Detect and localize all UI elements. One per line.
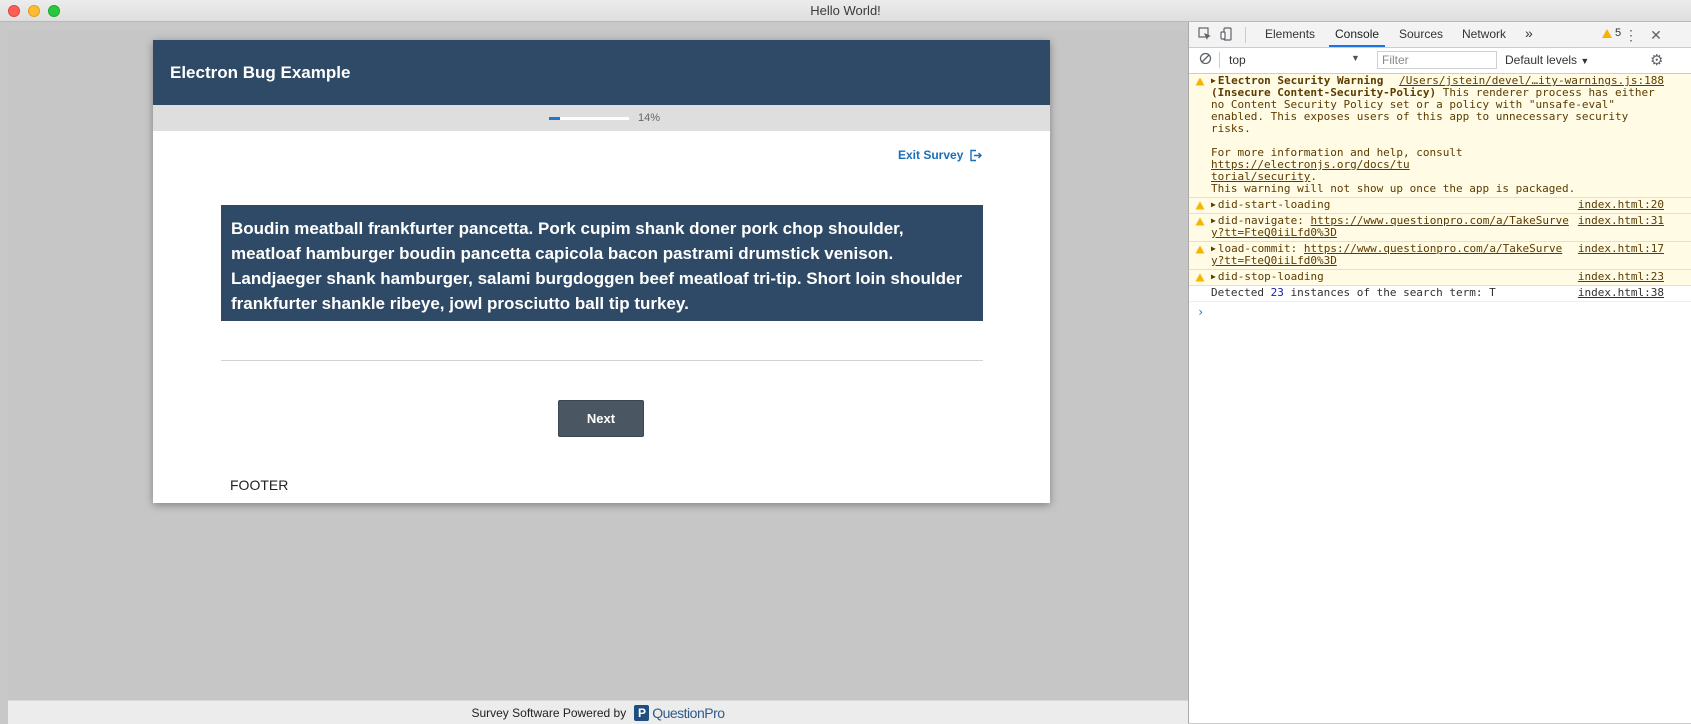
tab-separator [1245, 27, 1246, 43]
console-message-commit[interactable]: ▶ load-commit: https://www.questionpro.co… [1189, 242, 1691, 270]
window-titlebar: Hello World! [0, 0, 1691, 22]
divider [221, 360, 983, 361]
footer-text: FOOTER [230, 477, 289, 493]
tab-elements[interactable]: Elements [1265, 27, 1315, 41]
message-number: 23 [1270, 286, 1284, 299]
console-messages: ▶ Electron Security Warning /Users/jstein… [1189, 74, 1691, 322]
message-text: Detected [1211, 286, 1271, 299]
devtools-panel: Elements Console Sources Network » 5 ⋮ ✕… [1188, 22, 1691, 723]
warning-icon [1602, 28, 1612, 38]
log-levels-dropdown[interactable]: Default levels ▼ [1505, 53, 1589, 67]
progress-percent: 14% [638, 112, 661, 124]
kebab-menu-icon[interactable]: ⋮ [1623, 27, 1639, 43]
message-source-link[interactable]: index.html:31 [1578, 215, 1664, 227]
chevron-down-icon: ▼ [1580, 56, 1590, 66]
progress-bar [549, 117, 629, 120]
message-link[interactable]: https://www.questionpro.com/a/TakeSurve [1304, 242, 1562, 255]
next-button[interactable]: Next [558, 400, 644, 437]
message-source-link[interactable]: index.html:17 [1578, 243, 1664, 255]
questionpro-logo[interactable]: P QuestionPro [634, 704, 725, 721]
warning-icon [1195, 217, 1205, 226]
message-text: instances of the search term: T [1283, 286, 1496, 299]
console-message-security[interactable]: ▶ Electron Security Warning /Users/jstein… [1189, 74, 1691, 198]
tab-network[interactable]: Network [1462, 27, 1506, 41]
message-text: risks. [1211, 122, 1251, 135]
clear-console-icon[interactable] [1197, 52, 1213, 68]
console-toolbar: top ▼ Default levels ▼ ⚙ [1189, 48, 1691, 74]
more-tabs-button[interactable]: » [1525, 25, 1533, 41]
console-prompt[interactable]: › [1189, 302, 1691, 322]
progress-row: 14% [153, 105, 1050, 131]
survey-header: Electron Bug Example [153, 40, 1050, 105]
message-link[interactable]: y?tt=FteQ0iiLfd0%3D [1211, 254, 1337, 267]
warning-icon [1195, 245, 1205, 254]
message-link[interactable]: y?tt=FteQ0iiLfd0%3D [1211, 226, 1337, 239]
console-message-stop-loading[interactable]: ▶ did-stop-loading index.html:23 [1189, 270, 1691, 286]
progress-fill [549, 117, 561, 120]
console-message-detected[interactable]: Detected 23 instances of the search term… [1189, 286, 1691, 302]
exit-icon [970, 149, 983, 161]
warning-count: 5 [1615, 27, 1622, 39]
gear-icon[interactable]: ⚙ [1650, 51, 1663, 69]
message-text: This warning will not show up once the a… [1211, 182, 1576, 195]
prompt-chevron-icon: › [1197, 305, 1205, 319]
device-toolbar-icon[interactable] [1219, 27, 1235, 43]
inspect-element-icon[interactable] [1197, 27, 1213, 43]
devtools-tab-bar: Elements Console Sources Network » 5 ⋮ ✕ [1189, 22, 1691, 48]
question-text: Boudin meatball frankfurter pancetta. Po… [221, 205, 983, 321]
exit-survey-link[interactable]: Exit Survey [898, 148, 983, 162]
powered-by-bar: Survey Software Powered by P QuestionPro [8, 700, 1188, 724]
expand-arrow-icon[interactable]: ▶ [1211, 199, 1216, 211]
console-message-start-loading[interactable]: ▶ did-start-loading index.html:20 [1189, 198, 1691, 214]
close-devtools-icon[interactable]: ✕ [1648, 27, 1664, 43]
message-source-link[interactable]: /Users/jstein/devel/…ity-warnings.js:188 [1399, 75, 1664, 87]
message-source-link[interactable]: index.html:23 [1578, 271, 1664, 283]
log-levels-label: Default levels [1505, 53, 1578, 67]
survey-card: Electron Bug Example 14% Exit Survey Bou… [153, 40, 1050, 503]
survey-title: Electron Bug Example [170, 63, 351, 82]
questionpro-logo-icon: P [634, 704, 650, 721]
warning-icon [1195, 77, 1205, 86]
warning-counter[interactable]: 5 [1602, 27, 1621, 39]
tab-console[interactable]: Console [1328, 27, 1386, 47]
tab-sources[interactable]: Sources [1399, 27, 1443, 41]
message-text: enabled. This exposes users of this app … [1211, 110, 1629, 123]
app-viewport: Electron Bug Example 14% Exit Survey Bou… [8, 30, 1188, 724]
message-source-link[interactable]: index.html:20 [1578, 199, 1664, 211]
message-text: did-stop-loading [1217, 270, 1324, 283]
powered-by-text: Survey Software Powered by [471, 705, 627, 720]
questionpro-logo-text: QuestionPro [652, 704, 725, 721]
toolbar-separator [1219, 52, 1220, 68]
context-dropdown-icon[interactable]: ▼ [1351, 53, 1360, 63]
context-selector[interactable]: top [1229, 53, 1246, 67]
window-title: Hello World! [810, 3, 881, 18]
warning-icon [1195, 201, 1205, 210]
message-link[interactable]: https://www.questionpro.com/a/TakeSurve [1311, 214, 1569, 227]
message-text: did-start-loading [1217, 198, 1331, 211]
warning-icon [1195, 273, 1205, 282]
console-message-navigate[interactable]: ▶ did-navigate: https://www.questionpro.c… [1189, 214, 1691, 242]
message-source-link[interactable]: index.html:38 [1578, 287, 1664, 299]
console-filter-input[interactable] [1377, 51, 1497, 69]
exit-survey-label: Exit Survey [898, 148, 964, 162]
expand-arrow-icon[interactable]: ▶ [1211, 271, 1216, 283]
